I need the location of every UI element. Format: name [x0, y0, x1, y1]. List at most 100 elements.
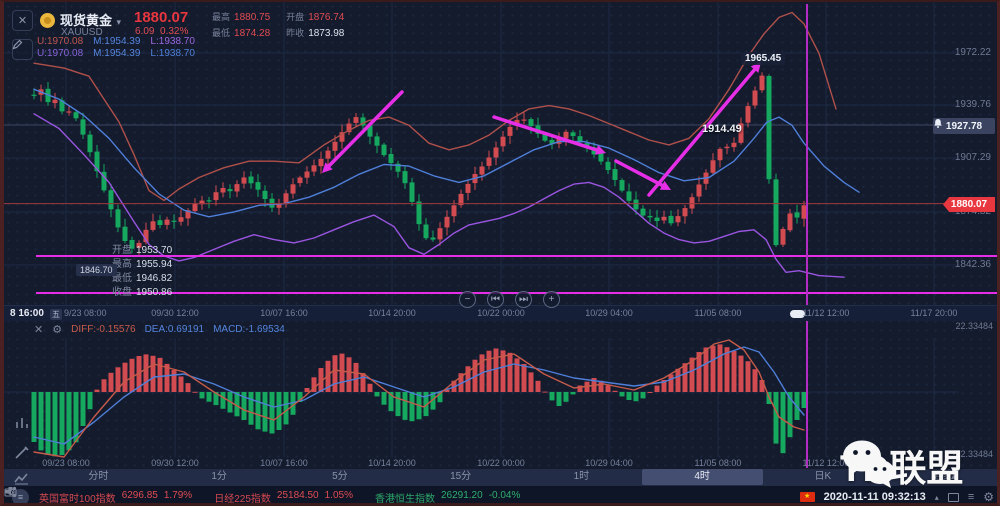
stat-label: 最高	[212, 10, 230, 23]
ticker-value: 25184.50	[277, 490, 319, 505]
macd-time-axis-label: 10/14 20:00	[368, 458, 416, 468]
sound-icon[interactable]	[4, 486, 17, 497]
ohlc-value: 1950.86	[136, 287, 172, 298]
weekday-badge: 五	[50, 309, 62, 320]
time-axis-label: 11/17 20:00	[911, 308, 958, 318]
timeframe-tab-1时[interactable]: 1时	[521, 469, 642, 485]
ticker-value: 26291.20	[441, 490, 483, 505]
ticker-name: 香港恒生指数	[375, 490, 435, 505]
china-flag-icon: ★	[800, 492, 815, 502]
status-cluster: ★ 2020-11-11 09:32:13 ▴ ≡ ⚙	[800, 490, 1000, 504]
dea-value: DEA:0.69191	[145, 324, 205, 335]
ticker-pct: 1.79%	[164, 490, 192, 505]
ohlc-value: 1955.94	[136, 259, 172, 270]
ticker-name: 英国富时100指数	[39, 490, 116, 505]
boll-value: U:1970.08	[37, 48, 83, 59]
bollinger-values-row2: U:1970.08 M:1954.39 L:1938.70	[37, 48, 205, 59]
ticker-pct: -0.04%	[489, 490, 521, 505]
timeframe-tab-1分[interactable]: 1分	[159, 469, 280, 485]
stat-value: 1880.75	[234, 12, 270, 23]
last-price: 1880.07	[134, 9, 188, 26]
price-axis-label: 1972.22	[955, 47, 991, 58]
quote-stats: 最高 1880.75 开盘 1876.74 最低 1874.28 昨收 1873.98	[212, 10, 344, 39]
zoom-out-button[interactable]: −	[459, 291, 476, 308]
quote-stat: 昨收 1873.98	[286, 26, 344, 39]
price-alert-tag[interactable]: 1927.78	[933, 118, 995, 134]
settings-gear-icon[interactable]: ⚙	[983, 490, 994, 504]
stat-label: 昨收	[286, 26, 304, 39]
go-end-button[interactable]: ⏭	[515, 291, 532, 308]
zoom-in-button[interactable]: +	[543, 291, 560, 308]
level-price-label: 1846.70	[76, 264, 117, 276]
price-axis-label: 1939.76	[955, 99, 991, 110]
macd-indicator-header: ✕ ⚙ DIFF:-0.15576 DEA:0.69191 MACD:-1.69…	[34, 323, 285, 336]
boll-value: M:1954.39	[93, 36, 140, 47]
macd-axis-top: 22.33484	[955, 321, 993, 331]
macd-value: MACD:-1.69534	[213, 324, 285, 335]
stat-value: 1873.98	[308, 28, 344, 39]
clock-datetime: 2020-11-11 09:32:13	[824, 491, 926, 503]
macd-time-axis-label: 10/22 00:00	[477, 458, 525, 468]
last-price-tag: 1880.07	[943, 197, 995, 212]
ohlc-row: 收盘 1950.86	[112, 286, 172, 300]
ohlc-tooltip: 开盘 1953.70 最高1955.94最低1946.82收盘 1950.86	[112, 244, 172, 300]
ticker-name: 日经225指数	[214, 490, 271, 505]
stat-label: 最低	[212, 26, 230, 39]
ohlc-value: 1953.70	[136, 245, 172, 256]
current-bar-date: 9/23 08:00	[64, 308, 107, 318]
bollinger-values-row1: U:1970.08 M:1954.39 L:1938.70	[37, 36, 205, 47]
ticker-items: 英国富时100指数6296.851.79% 日经225指数 25184.50 1.05…	[39, 490, 542, 505]
ticker-item[interactable]: 日经225指数 25184.50 1.05%	[214, 490, 353, 505]
close-indicator-icon[interactable]: ✕	[34, 323, 43, 336]
close-icon: ✕	[18, 14, 27, 27]
time-axis-label: 10/07 16:00	[260, 308, 308, 318]
macd-time-axis-label: 09/30 12:00	[151, 458, 199, 468]
boll-value: L:1938.70	[150, 36, 195, 47]
indicator-settings-icon[interactable]: ⚙	[52, 323, 62, 336]
stat-value: 1874.28	[234, 28, 270, 39]
bell-icon	[933, 118, 943, 129]
macd-time-axis-label: 09/23 08:00	[42, 458, 90, 468]
peak-price-label: 1965.45	[741, 52, 785, 65]
current-bar-time: 8 16:00	[10, 308, 44, 319]
quote-stat: 开盘 1876.74	[286, 10, 344, 23]
close-chart-button[interactable]: ✕	[12, 10, 33, 31]
ohlc-label: 开盘	[112, 245, 132, 256]
ohlc-row: 最低1946.82	[112, 272, 172, 286]
boll-value: L:1938.70	[150, 48, 195, 59]
quote-stat: 最低 1874.28	[212, 26, 270, 39]
ticker-pct: 1.05%	[325, 490, 353, 505]
boll-value: U:1970.08	[37, 36, 83, 47]
time-axis-label: 10/22 00:00	[477, 308, 525, 318]
macd-time-axis-label: 10/07 16:00	[260, 458, 308, 468]
ohlc-row: 最高1955.94	[112, 258, 172, 272]
window-mode-icon[interactable]	[948, 493, 959, 502]
timeframe-tab-4时[interactable]: 4时	[642, 469, 763, 485]
mid-price-label: 1914.49	[702, 123, 742, 135]
stat-label: 开盘	[286, 10, 304, 23]
time-axis-label: 10/29 04:00	[585, 308, 633, 318]
diff-value: DIFF:-0.15576	[71, 324, 135, 335]
price-axis-label: 1907.29	[955, 152, 991, 163]
quote-stat: 最高 1880.75	[212, 10, 270, 23]
timeframe-tab-5分[interactable]: 5分	[280, 469, 401, 485]
stat-value: 1876.74	[308, 12, 344, 23]
time-axis-label: 09/30 12:00	[151, 308, 199, 318]
time-axis-label: 11/12 12:00	[803, 308, 850, 318]
ticker-item[interactable]: 英国富时100指数6296.851.79%	[39, 490, 192, 505]
timeframe-tab-分时[interactable]: 分时	[38, 469, 159, 485]
go-start-button[interactable]: ⏮	[487, 291, 504, 308]
draw-tool-button[interactable]	[12, 39, 33, 60]
ohlc-row: 开盘 1953.70	[112, 244, 172, 258]
timeframe-tab-15分[interactable]: 15分	[400, 469, 521, 485]
list-view-icon[interactable]: ≡	[968, 491, 974, 503]
trading-app-window: ✕ 现货黄金 ▾ XAUUSD 1880.07 6.09 0.32% 最高188…	[0, 0, 1000, 506]
macd-time-axis-label: 10/29 04:00	[585, 458, 633, 468]
ohlc-label: 收盘	[112, 287, 132, 298]
time-axis-label: 10/14 20:00	[368, 308, 416, 318]
boll-value: M:1954.39	[93, 48, 140, 59]
ticker-item[interactable]: 香港恒生指数 26291.20 -0.04%	[375, 490, 520, 505]
chevron-down-icon: ▾	[116, 17, 121, 27]
watermark: TD联盟	[840, 438, 963, 492]
caret-up-icon[interactable]: ▴	[935, 493, 939, 502]
